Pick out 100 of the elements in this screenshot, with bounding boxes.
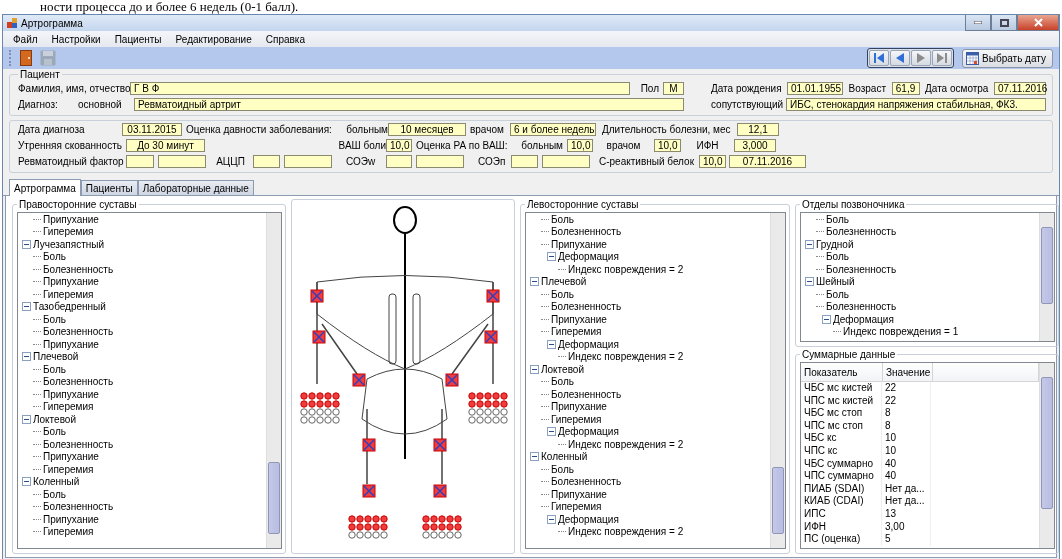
tree-item[interactable]: Болезненность [43,501,114,513]
tree-item[interactable]: Болезненность [43,326,114,338]
column-header[interactable]: Значение [883,363,933,381]
tree-item[interactable]: Гиперемия [43,226,94,238]
tree-item[interactable]: Припухание [551,401,607,413]
collapse-toggle[interactable] [547,252,556,262]
tab[interactable]: Лабораторные данные [137,180,254,195]
input-field[interactable]: Ревматоидный артрит [134,97,684,111]
tree-item[interactable]: Боль [826,213,849,225]
menu-item[interactable]: Пациенты [114,33,162,45]
collapse-toggle[interactable] [22,477,31,487]
input-field[interactable]: 10 месяцев [388,122,466,136]
menu-item[interactable]: Файл [13,33,38,45]
tree-item[interactable]: Припухание [551,488,607,500]
tree-item[interactable]: Деформация [558,426,619,438]
tree-item[interactable]: Припухание [43,338,99,350]
tree-item[interactable]: Гиперемия [43,463,94,475]
menu-item[interactable]: Редактирование [175,33,252,45]
tree-item[interactable]: Индекс повреждения = 1 [843,326,959,338]
tree-item[interactable]: Деформация [558,513,619,525]
tree-item[interactable]: Болезненность [826,301,897,313]
input-field[interactable] [416,154,464,168]
input-field[interactable]: 12,1 [737,122,779,136]
tree-item[interactable]: Болезненность [43,376,114,388]
tree-item[interactable]: Боль [43,426,66,438]
tree-item[interactable]: Болезненность [43,438,114,450]
close-button[interactable] [1017,15,1059,31]
tree-item[interactable]: Локтевой [33,413,76,425]
tree-item[interactable]: Коленный [541,451,588,463]
tree-item[interactable]: Плечевой [33,351,79,363]
input-field[interactable] [511,154,538,168]
tree-item[interactable]: Грудной [816,238,854,250]
menu-item[interactable]: Настройки [51,33,101,45]
tree-item[interactable]: Деформация [558,338,619,350]
input-field[interactable] [284,154,332,168]
tree-item[interactable]: Индекс повреждения = 2 [568,526,684,538]
input-field[interactable]: 61,9 [891,81,920,95]
tab[interactable]: Пациенты [80,180,138,195]
tree-item[interactable]: Гиперемия [551,326,602,338]
tree-item[interactable]: Лучезапястный [33,238,105,250]
tree-item[interactable]: Боль [551,213,574,225]
input-field[interactable]: 07.11.2016 [729,154,806,168]
tree-item[interactable]: Боль [43,313,66,325]
menu-item[interactable]: Справка [265,33,305,45]
input-field[interactable]: 10,0 [567,138,593,152]
input-field[interactable] [542,154,590,168]
tree-item[interactable]: Болезненность [826,263,897,275]
door-button[interactable] [17,49,35,67]
minimize-button[interactable] [965,15,991,31]
tree-item[interactable]: Боль [551,288,574,300]
tree-item[interactable]: Припухание [551,238,607,250]
scrollbar[interactable] [266,213,281,548]
collapse-toggle[interactable] [547,339,556,349]
maximize-button[interactable] [991,15,1017,31]
tree-item[interactable]: Болезненность [826,226,897,238]
tree-item[interactable]: Боль [826,288,849,300]
collapse-toggle[interactable] [22,239,31,249]
tree-item[interactable]: Коленный [33,476,80,488]
input-field[interactable]: 03.11.2015 [122,122,182,136]
tree-item[interactable]: Болезненность [551,476,622,488]
tree-item[interactable]: Плечевой [541,276,587,288]
collapse-toggle[interactable] [530,364,539,374]
collapse-toggle[interactable] [805,277,814,287]
tree-item[interactable]: Припухание [551,313,607,325]
collapse-toggle[interactable] [547,427,556,437]
collapse-toggle[interactable] [530,452,539,462]
input-field[interactable]: 07.11.2016 [993,81,1046,95]
tree-item[interactable]: Боль [43,363,66,375]
input-field[interactable]: 10,0 [386,138,412,152]
tree-item[interactable]: Боль [551,463,574,475]
tree-item[interactable]: Боль [43,488,66,500]
tree-item[interactable]: Гиперемия [43,401,94,413]
first-record-button[interactable] [869,50,890,66]
tree-item[interactable]: Индекс повреждения = 2 [568,263,684,275]
tree-item[interactable]: Боль [551,376,574,388]
tree-item[interactable]: Болезненность [551,301,622,313]
tree-item[interactable]: Гиперемия [551,501,602,513]
tab[interactable]: Артрограмма [9,179,81,196]
select-date-button[interactable]: Выбрать дату [962,48,1053,68]
tree-item[interactable]: Гиперемия [43,288,94,300]
tree-item[interactable]: Индекс повреждения = 2 [568,351,684,363]
input-field[interactable]: 6 и более недель [510,122,596,136]
input-field[interactable]: 10,0 [699,154,726,168]
tree-item[interactable]: Болезненность [43,263,114,275]
column-header[interactable]: Показатель [801,363,883,381]
tree-item[interactable]: Боль [826,251,849,263]
tree-item[interactable]: Припухание [43,451,99,463]
collapse-toggle[interactable] [805,239,814,249]
input-field[interactable] [253,154,280,168]
input-field[interactable] [158,154,206,168]
tree-item[interactable]: Припухание [43,276,99,288]
input-field[interactable]: 10,0 [654,138,681,152]
tree-item[interactable]: Деформация [833,313,894,325]
input-field[interactable]: М [663,81,684,95]
input-field[interactable] [126,154,154,168]
collapse-toggle[interactable] [22,414,31,424]
tree-item[interactable]: Припухание [43,388,99,400]
input-field[interactable]: 3,000 [734,138,776,152]
tree-item[interactable]: Болезненность [551,388,622,400]
tree-item[interactable]: Шейный [816,276,855,288]
